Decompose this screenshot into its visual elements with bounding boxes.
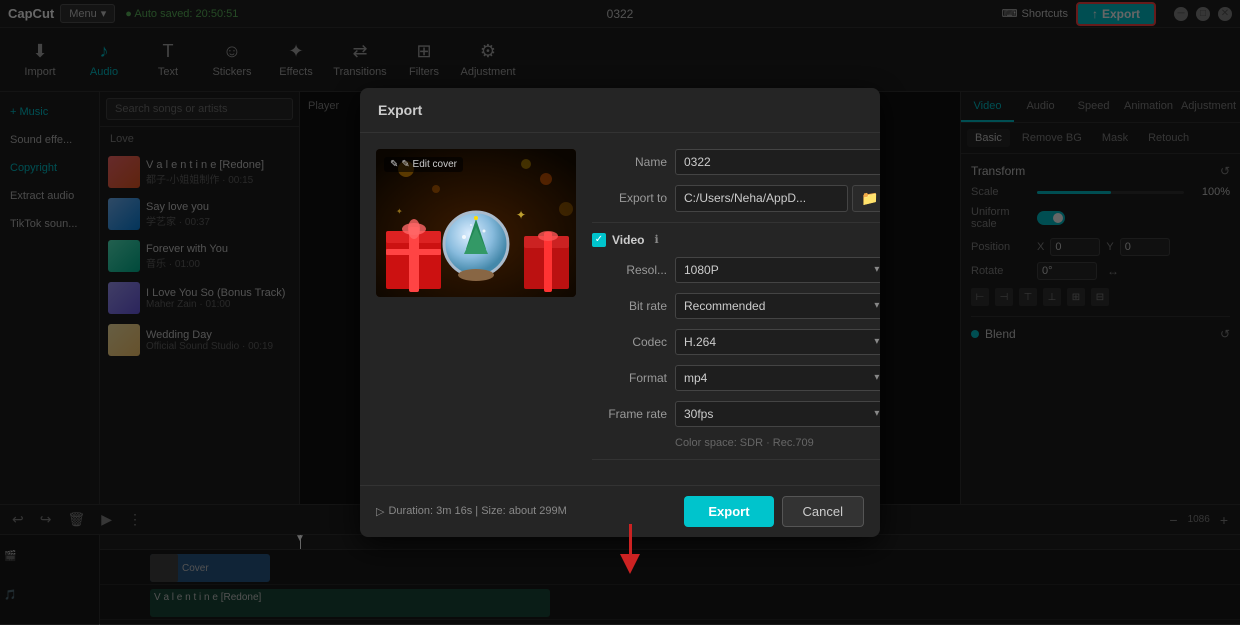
modal-header: Export [360, 88, 880, 133]
framerate-select[interactable]: 30fps 24fps 60fps [675, 401, 880, 427]
codec-select-wrapper: H.264 H.265 [675, 329, 880, 355]
export-confirm-button[interactable]: Export [684, 496, 773, 527]
modal-overlay: Export [0, 0, 1240, 624]
edit-icon: ✎ [390, 159, 398, 170]
codec-label: Codec [592, 335, 667, 349]
bitrate-label: Bit rate [592, 299, 667, 313]
format-select-wrapper: mp4 mov avi [675, 365, 880, 391]
resolution-select-wrapper: 1080P 720P 4K [675, 257, 880, 283]
preview-thumbnail: ✦ ✦ ✎ ✎ Edit cover [376, 149, 576, 297]
modal-actions: Export Cancel [684, 496, 864, 527]
export-path-input[interactable] [675, 185, 848, 212]
browse-folder-button[interactable]: 📁 [852, 185, 880, 212]
modal-footer: ▷ Duration: 3m 16s | Size: about 299M Ex… [360, 485, 880, 537]
format-row: Format mp4 mov avi [592, 365, 880, 391]
format-select[interactable]: mp4 mov avi [675, 365, 880, 391]
format-label: Format [592, 371, 667, 385]
resolution-row: Resol... 1080P 720P 4K [592, 257, 880, 283]
duration-text: Duration: 3m 16s | Size: about 299M [388, 505, 566, 517]
video-section-label: Video [612, 233, 644, 247]
video-section-header: ✓ Video ℹ [592, 233, 880, 247]
bitrate-select-wrapper: Recommended Low High [675, 293, 880, 319]
audio-divider [592, 459, 880, 460]
video-info-icon: ℹ [654, 233, 658, 246]
codec-row: Codec H.264 H.265 [592, 329, 880, 355]
edit-cover-button[interactable]: ✎ ✎ Edit cover [384, 157, 463, 172]
name-label: Name [592, 155, 667, 169]
modal-body: ✦ ✦ ✎ ✎ Edit cover Name [360, 133, 880, 485]
export-to-label: Export to [592, 191, 667, 205]
framerate-row: Frame rate 30fps 24fps 60fps [592, 401, 880, 427]
bitrate-select[interactable]: Recommended Low High [675, 293, 880, 319]
export-to-field: 📁 [675, 185, 880, 212]
export-form: Name Export to 📁 ✓ Video [592, 149, 880, 469]
video-divider [592, 222, 880, 223]
bitrate-row: Bit rate Recommended Low High [592, 293, 880, 319]
export-modal: Export [360, 88, 880, 537]
svg-text:✦: ✦ [396, 207, 403, 216]
codec-select[interactable]: H.264 H.265 [675, 329, 880, 355]
svg-text:✦: ✦ [516, 208, 526, 222]
duration-icon: ▷ [376, 505, 384, 518]
resolution-label: Resol... [592, 263, 667, 277]
resolution-select[interactable]: 1080P 720P 4K [675, 257, 880, 283]
name-row: Name [592, 149, 880, 175]
video-checkbox[interactable]: ✓ [592, 233, 606, 247]
cancel-button[interactable]: Cancel [782, 496, 864, 527]
name-input[interactable] [675, 149, 880, 175]
export-to-row: Export to 📁 [592, 185, 880, 212]
modal-preview: ✦ ✦ ✎ ✎ Edit cover [376, 149, 576, 469]
color-space-text: Color space: SDR · Rec.709 [675, 437, 880, 449]
framerate-select-wrapper: 30fps 24fps 60fps [675, 401, 880, 427]
duration-info: ▷ Duration: 3m 16s | Size: about 299M [376, 505, 567, 518]
framerate-label: Frame rate [592, 407, 667, 421]
export-form-scrollable: Name Export to 📁 ✓ Video [592, 149, 880, 469]
